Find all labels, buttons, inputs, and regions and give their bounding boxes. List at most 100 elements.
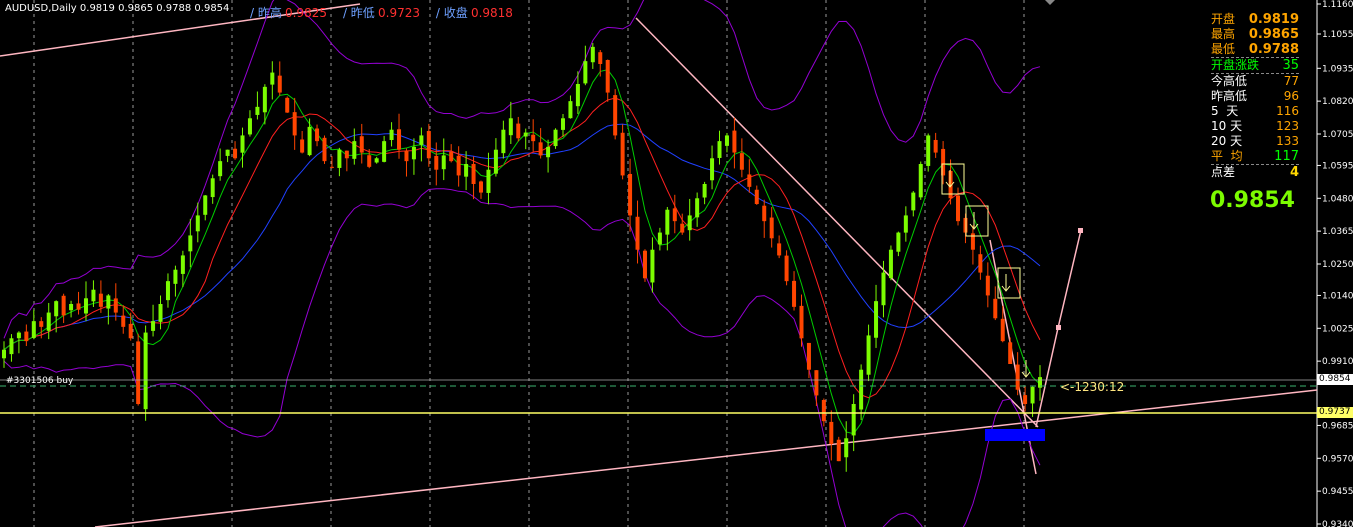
candle-body bbox=[739, 153, 744, 170]
projection-node bbox=[1078, 228, 1083, 233]
candle-body bbox=[143, 332, 148, 410]
prev-high-value: 0.9825 bbox=[285, 6, 328, 20]
d20-value: 133 bbox=[1276, 134, 1299, 148]
y-tick-label: 0.9910 bbox=[1322, 357, 1353, 367]
candle-body bbox=[844, 438, 849, 458]
candle-body bbox=[128, 323, 133, 339]
candle-body bbox=[329, 166, 334, 168]
candle-body bbox=[1030, 386, 1035, 404]
candle-body bbox=[195, 215, 200, 232]
candle-body bbox=[1015, 364, 1020, 390]
candle-body bbox=[762, 205, 767, 222]
candle-body bbox=[575, 84, 580, 107]
projection-node bbox=[1056, 325, 1061, 330]
candle-body bbox=[717, 141, 722, 158]
y-tick-label: 1.0705 bbox=[1322, 130, 1353, 140]
candle-body bbox=[985, 275, 990, 296]
candle-body bbox=[665, 209, 670, 235]
candle-body bbox=[978, 254, 983, 273]
candle-body bbox=[613, 95, 618, 136]
high-value: 0.9865 bbox=[1248, 27, 1299, 42]
candle-body bbox=[642, 250, 647, 279]
candle-body bbox=[46, 312, 51, 331]
candle-body bbox=[493, 149, 498, 174]
candle-body bbox=[792, 280, 797, 307]
spread-label: 点差 bbox=[1211, 165, 1236, 179]
candle-body bbox=[874, 301, 879, 338]
candle-body bbox=[397, 129, 402, 150]
candle-body bbox=[210, 178, 215, 198]
y-tick-label: 1.0595 bbox=[1322, 161, 1353, 171]
y-tick-label: 1.0820 bbox=[1322, 97, 1353, 107]
chart-header: AUDUSD,Daily 0.9819 0.9865 0.9788 0.9854 bbox=[5, 3, 229, 14]
candle-body bbox=[98, 293, 103, 307]
candle-body bbox=[590, 46, 595, 63]
candle-body bbox=[285, 97, 290, 113]
candle-body bbox=[76, 303, 81, 310]
y-tick-label: 1.0365 bbox=[1322, 227, 1353, 237]
candle-body bbox=[359, 136, 364, 153]
candle-body bbox=[188, 235, 193, 252]
candle-body bbox=[829, 421, 834, 444]
candle-body bbox=[695, 198, 700, 218]
spread-value: 4 bbox=[1289, 165, 1299, 180]
low-value: 0.9788 bbox=[1248, 42, 1299, 57]
candle-body bbox=[531, 134, 536, 142]
candle-body bbox=[2, 349, 6, 359]
candle-body bbox=[583, 61, 588, 84]
candle-body bbox=[963, 217, 968, 233]
y-tick-label: 1.0935 bbox=[1322, 64, 1353, 74]
y-tick-label: 0.9570 bbox=[1322, 454, 1353, 464]
avg-value: 117 bbox=[1274, 149, 1299, 164]
candle-body bbox=[158, 304, 163, 322]
candle-body bbox=[903, 215, 908, 233]
prev-high-label: / 昨高 bbox=[250, 6, 282, 20]
today-range-value: 77 bbox=[1283, 74, 1299, 88]
y-tick-label: 1.0025 bbox=[1322, 324, 1353, 334]
candle-body bbox=[91, 289, 96, 302]
candle-body bbox=[993, 298, 998, 319]
candle-body bbox=[881, 272, 886, 306]
y-tick-label: 1.1160 bbox=[1322, 0, 1353, 10]
candle-body bbox=[165, 281, 170, 301]
candle-body bbox=[464, 164, 469, 177]
candle-body bbox=[180, 255, 185, 274]
prev-stats: / 昨高 0.9825 / 昨低 0.9723 / 收盘 0.9818 bbox=[250, 4, 513, 21]
candle-body bbox=[233, 148, 238, 159]
candle-body bbox=[307, 126, 312, 156]
y-tick-label: 0.9455 bbox=[1322, 487, 1353, 497]
candle-body bbox=[31, 321, 36, 338]
candle-body bbox=[218, 161, 223, 177]
candle-body bbox=[9, 338, 14, 355]
bar-countdown: <-1230:12 bbox=[1060, 380, 1125, 394]
candle-body bbox=[926, 135, 931, 166]
candle-body bbox=[83, 298, 88, 314]
candle-body bbox=[754, 189, 759, 204]
candle-body bbox=[546, 146, 551, 158]
candle-body bbox=[724, 135, 729, 146]
order-label[interactable]: #3301506 buy bbox=[6, 376, 73, 386]
candle-body bbox=[501, 129, 506, 154]
candle-body bbox=[426, 131, 431, 159]
candle-body bbox=[411, 146, 416, 160]
support-price-marker: 0.9737 bbox=[1317, 407, 1353, 418]
current-price-marker: 0.9854 bbox=[1317, 374, 1353, 385]
candle-body bbox=[553, 129, 558, 147]
candle-body bbox=[24, 331, 29, 342]
prev-close-value: 0.9818 bbox=[470, 6, 513, 20]
d5-value: 116 bbox=[1276, 104, 1299, 118]
candle-body bbox=[747, 174, 752, 187]
candle-body bbox=[247, 118, 252, 135]
y-tick-label: 0.9685 bbox=[1322, 421, 1353, 431]
candle-body bbox=[322, 137, 327, 162]
candle-body bbox=[933, 139, 938, 153]
price-chart[interactable]: 1.1160 1.1055 1.0935 1.0820 1.0705 1.0595 1.04… bbox=[0, 0, 1353, 527]
candle-body bbox=[814, 370, 819, 396]
candle-body bbox=[344, 150, 349, 159]
yesterday-range-value: 96 bbox=[1283, 89, 1299, 103]
candle-body bbox=[896, 232, 901, 252]
candle-body bbox=[54, 301, 59, 317]
candle-body bbox=[337, 149, 342, 168]
candle-body bbox=[657, 232, 662, 245]
candle-body bbox=[441, 155, 446, 170]
